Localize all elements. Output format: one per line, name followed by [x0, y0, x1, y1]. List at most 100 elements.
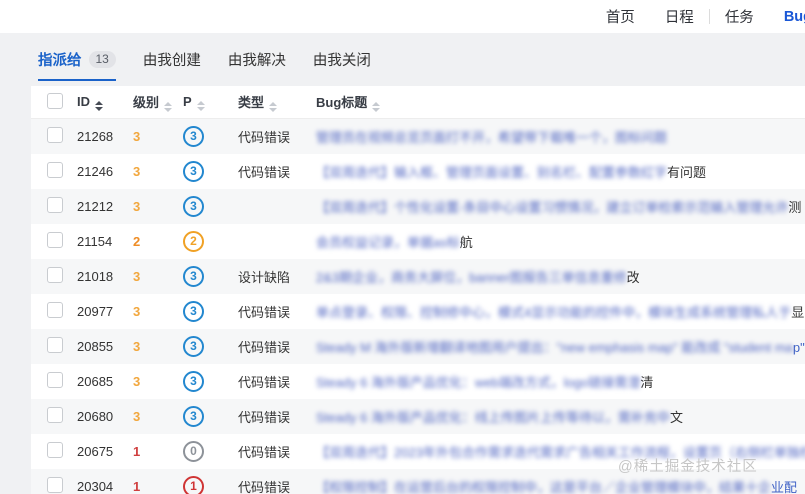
bug-id-cell: 20685 — [77, 373, 114, 389]
row-checkbox[interactable] — [47, 126, 63, 143]
bug-title-link[interactable]: 2&3期企业，商务大屏位，banner图报告三单信息重修改 — [316, 270, 640, 285]
title-clear-tail: p" — [792, 339, 805, 355]
table-row[interactable]: 21018 3 3 设计缺陷 2&3期企业，商务大屏位，banner图报告三单信… — [31, 258, 805, 294]
bug-title-link[interactable]: 单点登录、权限、控制修中心，模式4显示功能的控件中，模块生成系统管理私人于显 — [316, 305, 804, 320]
select-all-checkbox[interactable] — [47, 92, 63, 109]
priority-badge: 0 — [183, 440, 204, 462]
bug-id-cell: 21268 — [77, 128, 114, 144]
bug-title-link[interactable]: 【双周迭代】2023年外包合作需求迭代需求广告相关工作流程，设置页（右侧栏单独栏… — [316, 445, 805, 460]
bug-title-link[interactable]: Steady 6 海外版产品优化：线上传图片上传等待以，需补充中文 — [316, 410, 683, 425]
severity-value: 3 — [133, 338, 141, 354]
bug-type-cell: 代码错误 — [238, 304, 291, 320]
nav-item-task[interactable]: 任务 — [710, 6, 769, 27]
sort-icon[interactable] — [372, 102, 381, 112]
priority-badge: 3 — [183, 160, 204, 182]
row-checkbox[interactable] — [47, 196, 63, 213]
blurred-title-text: 2&3期企业，商务大屏位，banner图报告三单信息重修 — [316, 269, 627, 285]
bug-title-link[interactable]: 管理员在视频总览页面打不开，希望带下载唯一个，图标问题 — [316, 130, 667, 145]
priority-badge: 2 — [183, 230, 204, 252]
row-checkbox[interactable] — [47, 336, 63, 353]
column-header-type[interactable]: 类型 — [238, 86, 316, 119]
blurred-title-text: Steady 6 海外版产品优化：web端改方式，logo链接需澄 — [316, 374, 641, 390]
severity-value: 3 — [133, 408, 141, 424]
bug-id-cell: 21212 — [77, 198, 114, 214]
bug-id-cell: 20855 — [77, 338, 114, 354]
tab-assigned-to-me[interactable]: 指派给 13 — [38, 49, 116, 81]
table-row[interactable]: 21268 3 3 代码错误 管理员在视频总览页面打不开，希望带下载唯一个，图标… — [31, 118, 805, 154]
severity-value: 3 — [133, 268, 141, 284]
severity-value: 3 — [133, 198, 141, 214]
sort-icon[interactable] — [269, 102, 278, 112]
severity-value: 2 — [133, 233, 141, 249]
row-checkbox[interactable] — [47, 371, 63, 388]
table-row[interactable]: 20680 3 3 代码错误 Steady 6 海外版产品优化：线上传图片上传等… — [31, 398, 805, 434]
bug-title-link[interactable]: 【权限控制】在运营后台的权限控制中，这是平台／企业管理模块中，结果十企业配 — [316, 480, 797, 494]
blurred-title-text: 单点登录、权限、控制修中心，模式4显示功能的控件中，模块生成系统管理私人于 — [316, 304, 792, 320]
tab-closed-by-me[interactable]: 由我关闭 — [313, 49, 371, 81]
title-clear-tail: 航 — [459, 234, 473, 250]
bug-title-link[interactable]: Steady M 海外版新增翻译地图用户提出："new emphasis map… — [316, 340, 805, 355]
bug-type-cell — [238, 189, 316, 224]
bug-title-link[interactable]: 【双周迭代】输入框、管理页面设置、别名栏、配置参数红字有问题 — [316, 165, 706, 180]
blurred-title-text: 【双周迭代】2023年外包合作需求迭代需求广告相关工作流程，设置页（右侧栏单独栏… — [316, 444, 805, 460]
row-checkbox[interactable] — [47, 441, 63, 458]
column-header-id[interactable]: ID — [77, 86, 133, 119]
column-header-priority[interactable]: P — [183, 86, 238, 119]
tab-label: 指派给 — [38, 53, 82, 69]
bug-id-cell: 21018 — [77, 268, 114, 284]
bug-id-cell: 21154 — [77, 233, 113, 249]
bug-title-link[interactable]: 会员权益记录，单据as标航 — [316, 235, 473, 250]
column-header-title[interactable]: Bug标题 — [316, 86, 805, 119]
nav-item-bug[interactable]: Bug — [769, 9, 805, 25]
blurred-title-text: 【双周迭代】输入框、管理页面设置、别名栏、配置参数红字 — [316, 164, 668, 180]
table-row[interactable]: 21212 3 3 【双周迭代】个性化设置-条目中心设置习惯情况，建立订单检索示… — [31, 188, 805, 224]
title-clear-tail: 有问题 — [667, 164, 707, 180]
sort-icon[interactable] — [95, 100, 103, 111]
bug-title-link[interactable]: Steady 6 海外版产品优化：web端改方式，logo链接需澄清 — [316, 375, 653, 390]
bug-list-tabbar: 指派给 13 由我创建 由我解决 由我关闭 — [0, 33, 805, 81]
bug-id-cell: 20304 — [77, 478, 114, 494]
table-row[interactable]: 21154 2 2 会员权益记录，单据as标航 — [31, 223, 805, 259]
table-row[interactable]: 20675 1 0 代码错误 【双周迭代】2023年外包合作需求迭代需求广告相关… — [31, 433, 805, 469]
tab-resolved-by-me[interactable]: 由我解决 — [228, 49, 286, 81]
title-clear-tail: 文 — [669, 409, 683, 425]
row-checkbox[interactable] — [47, 266, 63, 283]
bug-type-cell: 代码错误 — [238, 164, 291, 180]
bug-table-body: 21268 3 3 代码错误 管理员在视频总览页面打不开，希望带下载唯一个，图标… — [31, 118, 805, 494]
column-label: P — [183, 93, 192, 109]
bug-type-cell — [238, 224, 316, 259]
table-row[interactable]: 20977 3 3 代码错误 单点登录、权限、控制修中心，模式4显示功能的控件中… — [31, 293, 805, 329]
bug-type-cell: 代码错误 — [238, 129, 291, 145]
severity-value: 3 — [133, 163, 141, 179]
priority-badge: 1 — [183, 475, 204, 494]
nav-item-home[interactable]: 首页 — [591, 6, 650, 27]
table-row[interactable]: 21246 3 3 代码错误 【双周迭代】输入框、管理页面设置、别名栏、配置参数… — [31, 153, 805, 189]
blurred-title-text: 【权限控制】在运营后台的权限控制中，这是平台／企业管理模块中，结果十企 — [316, 479, 772, 494]
priority-badge: 3 — [183, 300, 204, 322]
row-checkbox[interactable] — [47, 231, 63, 248]
row-checkbox[interactable] — [47, 406, 63, 423]
row-checkbox[interactable] — [47, 161, 63, 178]
row-checkbox[interactable] — [47, 301, 63, 318]
sort-icon[interactable] — [196, 100, 205, 111]
priority-badge: 3 — [183, 125, 204, 147]
bug-type-cell: 代码错误 — [238, 339, 291, 355]
row-checkbox[interactable] — [47, 476, 63, 493]
severity-value: 3 — [133, 303, 141, 319]
table-row[interactable]: 20304 1 1 代码错误 【权限控制】在运营后台的权限控制中，这是平台／企业… — [31, 468, 805, 494]
title-clear-tail: 改 — [626, 269, 640, 285]
table-header-row: ID 级别 P 类型 Bug标题 — [31, 86, 805, 119]
priority-badge: 3 — [183, 335, 204, 357]
tab-created-by-me[interactable]: 由我创建 — [143, 49, 201, 81]
column-header-severity[interactable]: 级别 — [133, 86, 183, 119]
title-clear-tail: 显 — [791, 304, 805, 320]
table-row[interactable]: 20855 3 3 代码错误 Steady M 海外版新增翻译地图用户提出："n… — [31, 328, 805, 364]
sort-icon[interactable] — [164, 102, 173, 112]
priority-badge: 3 — [183, 195, 204, 217]
table-row[interactable]: 20685 3 3 代码错误 Steady 6 海外版产品优化：web端改方式，… — [31, 363, 805, 399]
title-clear-tail: 清 — [640, 374, 654, 390]
bug-title-link[interactable]: 【双周迭代】个性化设置-条目中心设置习惯情况，建立订单检索示范输入管理允许测 — [316, 200, 801, 215]
top-navigation-bar: 首页 日程 任务 Bug — [0, 0, 805, 33]
nav-item-schedule[interactable]: 日程 — [650, 6, 709, 27]
bug-type-cell: 代码错误 — [238, 444, 291, 460]
